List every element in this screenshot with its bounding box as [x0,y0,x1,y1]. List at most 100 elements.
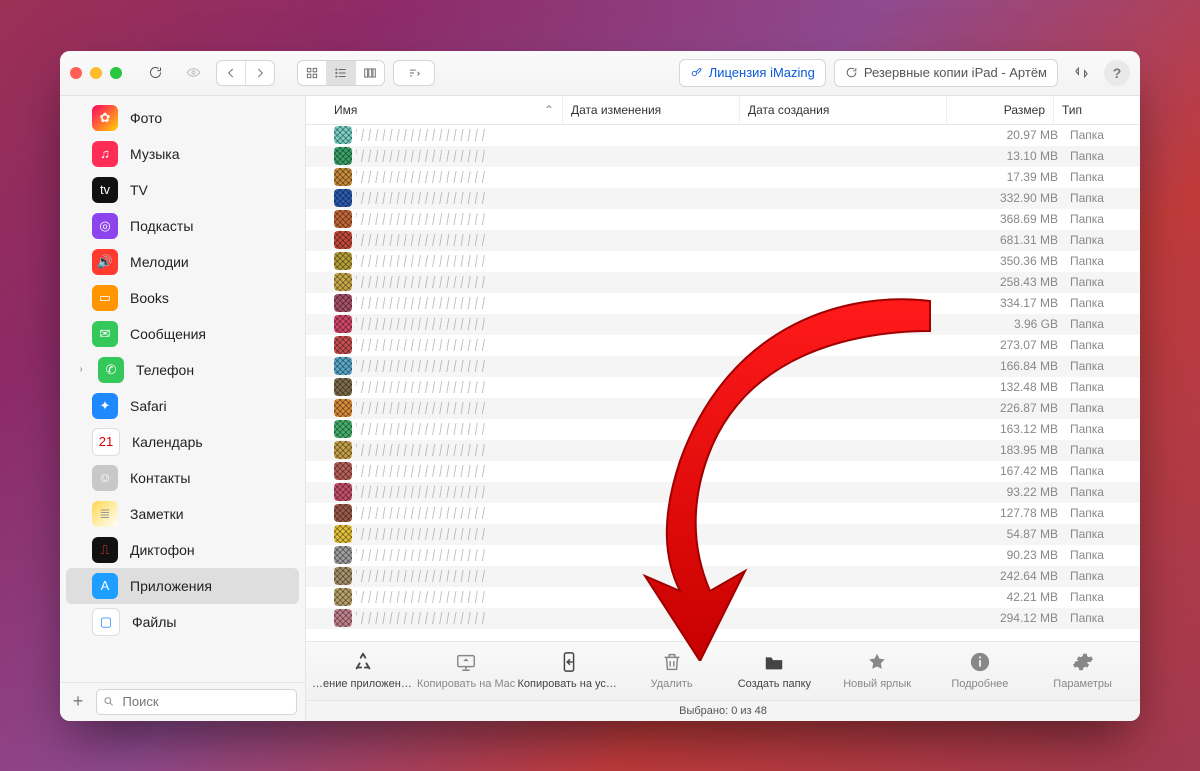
column-name[interactable]: Имя⌃ [306,96,563,124]
toolbar-copy-to-device[interactable]: Копировать на устр-во [518,651,621,690]
sidebar-item-8[interactable]: ✦Safari [66,388,299,424]
table-row[interactable]: 132.48 MBПапка [306,377,1140,398]
row-icon [334,315,352,333]
sidebar-item-label: Safari [130,398,167,414]
row-type: Папка [1064,149,1140,163]
row-size: 42.21 MB [968,590,1064,604]
toolbar-star[interactable]: Новый ярлык [826,651,929,690]
row-icon [334,567,352,585]
toolbar-copy-to-mac[interactable]: Копировать на Mac [415,651,518,690]
app-window: Лицензия iMazing Резервные копии iPad - … [60,51,1140,721]
table-row[interactable]: 90.23 MBПапка [306,545,1140,566]
table-row[interactable]: 332.90 MBПапка [306,188,1140,209]
sidebar-item-6[interactable]: ✉Сообщения [66,316,299,352]
minimize-window-button[interactable] [90,67,102,79]
zoom-window-button[interactable] [110,67,122,79]
view-columns-button[interactable] [356,61,384,85]
add-button[interactable]: + [68,692,88,712]
row-size: 332.90 MB [968,191,1064,205]
toolbar-info[interactable]: Подробнее [929,651,1032,690]
table-row[interactable]: 681.31 MBПапка [306,230,1140,251]
backup-selector[interactable]: Резервные копии iPad - Артём [834,59,1058,87]
gear-icon [1072,651,1094,676]
table-row[interactable]: 127.78 MBПапка [306,503,1140,524]
row-icon [334,420,352,438]
sidebar-item-10[interactable]: ☺Контакты [66,460,299,496]
sidebar-item-4[interactable]: 🔊Мелодии [66,244,299,280]
disclosure-icon[interactable]: › [76,364,86,375]
sidebar-item-14[interactable]: ▢Файлы [66,604,299,640]
row-icon [334,588,352,606]
sidebar-item-3[interactable]: ◎Подкасты [66,208,299,244]
column-modified[interactable]: Дата изменения [563,96,740,124]
toolbar-label: Создать папку [738,678,811,690]
column-size[interactable]: Размер [947,96,1054,124]
table-row[interactable]: 166.84 MBПапка [306,356,1140,377]
sidebar-item-label: Фото [130,110,162,126]
table-row[interactable]: 17.39 MBПапка [306,167,1140,188]
app-icon: A [92,573,118,599]
sidebar-item-label: Диктофон [130,542,195,558]
sidebar-item-5[interactable]: ▭Books [66,280,299,316]
quicklook-button[interactable] [178,59,208,87]
row-size: 54.87 MB [968,527,1064,541]
arrange-button[interactable] [394,61,434,85]
row-size: 273.07 MB [968,338,1064,352]
search-input[interactable] [121,693,291,710]
table-row[interactable]: 93.22 MBПапка [306,482,1140,503]
view-icons-button[interactable] [298,61,327,85]
sidebar-item-12[interactable]: ⎍Диктофон [66,532,299,568]
toolbar-trash[interactable]: Удалить [620,651,723,690]
column-type[interactable]: Тип [1054,96,1140,124]
reload-button[interactable] [140,59,170,87]
transfer-button[interactable] [1066,59,1096,87]
table-row[interactable]: 3.96 GBПапка [306,314,1140,335]
close-window-button[interactable] [70,67,82,79]
row-name [352,547,554,563]
sidebar-item-9[interactable]: 21Календарь [66,424,299,460]
row-name [352,484,554,500]
row-size: 368.69 MB [968,212,1064,226]
sidebar-item-7[interactable]: ›✆Телефон [66,352,299,388]
row-size: 93.22 MB [968,485,1064,499]
view-list-button[interactable] [327,61,356,85]
row-name [352,442,554,458]
table-row[interactable]: 226.87 MBПапка [306,398,1140,419]
table-row[interactable]: 294.12 MBПапка [306,608,1140,629]
row-size: 681.31 MB [968,233,1064,247]
row-name [352,190,554,206]
table-row[interactable]: 334.17 MBПапка [306,293,1140,314]
app-icon: 🔊 [92,249,118,275]
search-field[interactable] [96,689,297,715]
sidebar-item-0[interactable]: ✿Фото [66,100,299,136]
table-row[interactable]: 258.43 MBПапка [306,272,1140,293]
table-row[interactable]: 368.69 MBПапка [306,209,1140,230]
license-button[interactable]: Лицензия iMazing [679,59,826,87]
row-type: Папка [1064,275,1140,289]
sidebar-item-2[interactable]: tvTV [66,172,299,208]
row-size: 132.48 MB [968,380,1064,394]
table-row[interactable]: 20.97 MBПапка [306,125,1140,146]
help-button[interactable]: ? [1104,60,1130,86]
table-row[interactable]: 183.95 MBПапка [306,440,1140,461]
table-row[interactable]: 273.07 MBПапка [306,335,1140,356]
table-row[interactable]: 163.12 MBПапка [306,419,1140,440]
toolbar-gear[interactable]: Параметры [1031,651,1134,690]
row-name [352,505,554,521]
table-row[interactable]: 350.36 MBПапка [306,251,1140,272]
table-row[interactable]: 242.64 MBПапка [306,566,1140,587]
sidebar-item-11[interactable]: ≣Заметки [66,496,299,532]
table-row[interactable]: 42.21 MBПапка [306,587,1140,608]
toolbar-folder[interactable]: Создать папку [723,651,826,690]
back-button[interactable] [217,61,246,85]
sidebar-item-label: Books [130,290,169,306]
sidebar-item-13[interactable]: AПриложения [66,568,299,604]
row-size: 258.43 MB [968,275,1064,289]
toolbar-appstore[interactable]: …ение приложениями [312,651,415,690]
table-row[interactable]: 13.10 MBПапка [306,146,1140,167]
column-created[interactable]: Дата создания [740,96,947,124]
sidebar-item-1[interactable]: ♫Музыка [66,136,299,172]
table-row[interactable]: 167.42 MBПапка [306,461,1140,482]
table-row[interactable]: 54.87 MBПапка [306,524,1140,545]
forward-button[interactable] [246,61,274,85]
